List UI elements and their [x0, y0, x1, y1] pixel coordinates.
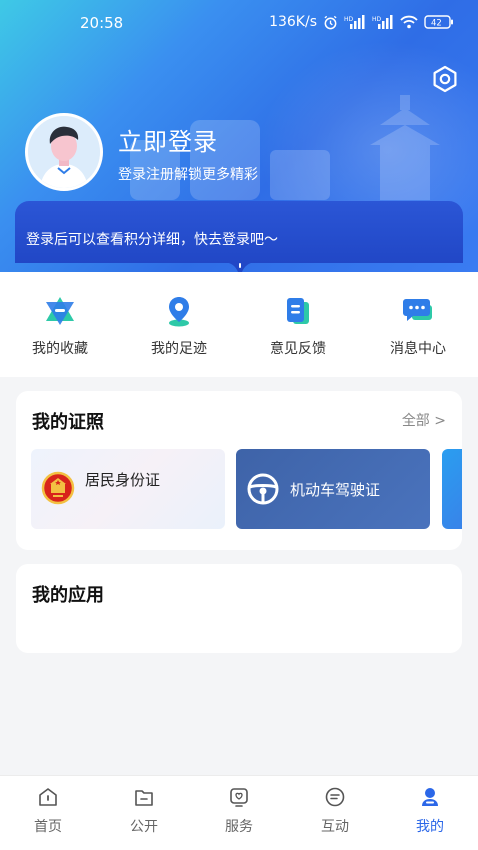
- license-id-card[interactable]: 居民身份证: [31, 449, 225, 529]
- licenses-view-all-link[interactable]: 全部 >: [402, 410, 446, 430]
- battery-level: 42: [431, 19, 442, 29]
- login-title[interactable]: 立即登录: [118, 122, 218, 157]
- nav-label: 首页: [34, 819, 62, 835]
- login-subtitle: 登录注册解锁更多精彩: [118, 167, 258, 183]
- quick-action-label: 消息中心: [390, 341, 446, 357]
- nav-tab-public[interactable]: 公开: [96, 786, 192, 836]
- quick-action-label: 意见反馈: [270, 341, 326, 357]
- nav-label: 互动: [321, 819, 349, 835]
- home-icon: [39, 788, 57, 806]
- nav-tab-home[interactable]: 首页: [0, 786, 96, 836]
- svg-text:HD: HD: [372, 16, 382, 23]
- quick-action-favorites[interactable]: 我的收藏: [10, 294, 110, 358]
- nav-tab-interaction[interactable]: 互动: [287, 786, 383, 836]
- nav-tab-services[interactable]: 服务: [191, 786, 287, 836]
- favorites-icon: [46, 297, 74, 325]
- message-bubble-icon: [403, 299, 432, 321]
- points-banner[interactable]: 登录后可以查看积分详细，快去登录吧～: [15, 201, 463, 263]
- status-time: 20:58: [80, 14, 124, 32]
- signal-icon: HD: [344, 15, 365, 29]
- settings-icon[interactable]: [430, 64, 460, 94]
- quick-action-messages[interactable]: 消息中心: [368, 294, 468, 358]
- quick-actions: 我的收藏 我的足迹 意见反馈 消息中心: [0, 272, 478, 377]
- alarm-icon: [324, 15, 337, 29]
- license-card-partial[interactable]: [442, 449, 462, 529]
- licenses-card: 我的证照 全部 > 居民身份证 机动车驾驶证: [16, 391, 462, 550]
- quick-action-feedback[interactable]: 意见反馈: [248, 294, 348, 358]
- license-name: 居民身份证: [85, 471, 161, 489]
- nav-label: 公开: [130, 819, 158, 835]
- status-indicators: 136K/s HD HD 42: [269, 14, 454, 30]
- status-bar: 20:58 136K/s HD HD 42: [0, 0, 478, 44]
- license-driver-card[interactable]: 机动车驾驶证: [236, 449, 430, 529]
- avatar[interactable]: [25, 113, 103, 191]
- nav-label: 我的: [416, 819, 444, 835]
- signal-icon-2: HD: [372, 15, 393, 29]
- network-speed: 136K/s: [269, 14, 317, 30]
- bottom-navigation: 首页 公开 服务 互动 我的: [0, 775, 478, 850]
- apps-title: 我的应用: [32, 585, 104, 606]
- points-hint: 登录后可以查看积分详细，快去登录吧～: [26, 232, 278, 248]
- svg-text:HD: HD: [344, 16, 354, 23]
- profile-header: 20:58 136K/s HD HD 42 立即登录 登录注册解锁更多精彩 登录…: [0, 0, 478, 272]
- steering-wheel-icon: [247, 473, 279, 505]
- quick-action-footprints[interactable]: 我的足迹: [129, 294, 229, 358]
- location-pin-icon: [169, 297, 189, 327]
- feedback-document-icon: [287, 298, 309, 324]
- nav-tab-profile[interactable]: 我的: [382, 786, 478, 836]
- battery-icon: 42: [424, 15, 453, 29]
- nav-label: 服务: [225, 819, 253, 835]
- folder-icon: [135, 790, 153, 806]
- national-emblem-icon: [41, 471, 75, 505]
- quick-action-label: 我的足迹: [151, 341, 207, 357]
- avatar-illustration-icon: [28, 116, 100, 188]
- license-name: 机动车驾驶证: [290, 481, 381, 499]
- service-icon: [230, 788, 248, 807]
- profile-icon: [422, 788, 438, 806]
- licenses-title: 我的证照: [32, 412, 104, 433]
- wifi-icon: [400, 15, 418, 29]
- quick-action-label: 我的收藏: [32, 341, 88, 357]
- apps-card: 我的应用: [16, 564, 462, 653]
- chat-icon: [325, 787, 345, 807]
